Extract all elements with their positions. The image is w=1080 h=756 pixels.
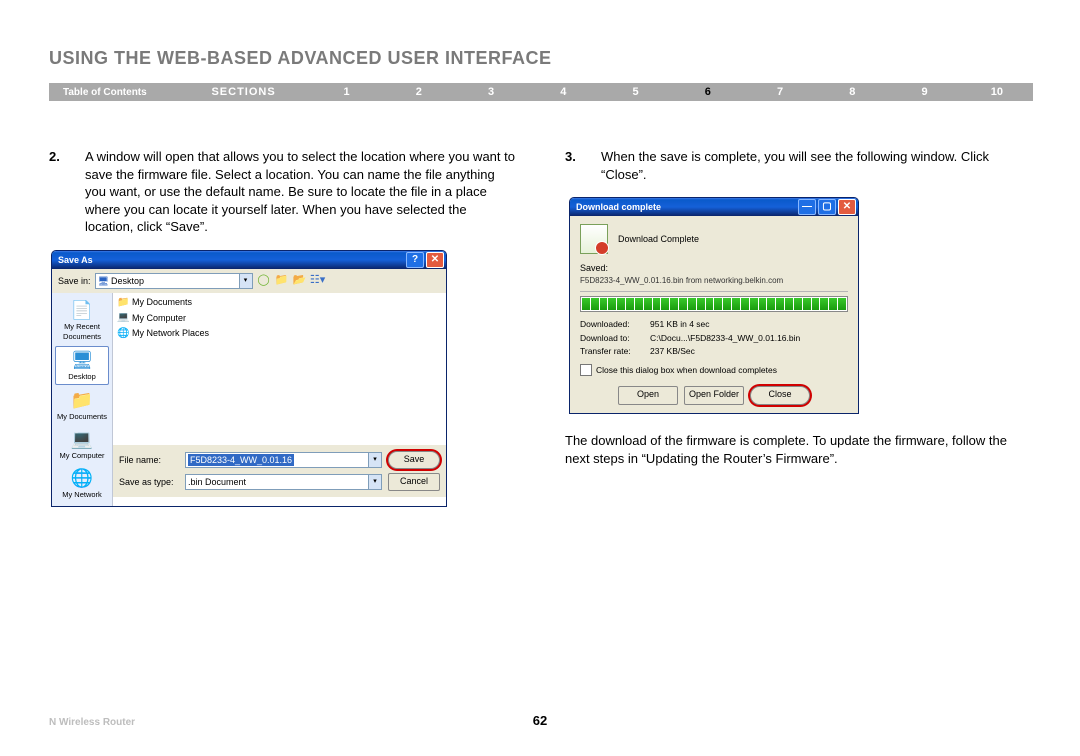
step-2-num: 2. <box>49 148 85 236</box>
views-icon[interactable]: ☷▾ <box>311 274 325 288</box>
close-on-complete-checkbox[interactable] <box>580 364 592 376</box>
download-file-icon <box>580 224 608 254</box>
download-complete-dialog: Download complete — ▢ ✕ Download Complet… <box>569 197 859 414</box>
downloaded-label: Downloaded: <box>580 319 650 330</box>
folder-icon: 📁 <box>117 296 129 310</box>
rate-label: Transfer rate: <box>580 346 650 357</box>
progress-bar <box>580 296 848 312</box>
documents-icon: 📁 <box>71 389 93 411</box>
file-list[interactable]: 📁My Documents 💻My Computer 🌐My Network P… <box>113 293 446 445</box>
maximize-icon[interactable]: ▢ <box>818 199 836 215</box>
desktop-icon: 🖥 <box>71 349 93 371</box>
chevron-down-icon[interactable]: ▾ <box>368 475 381 489</box>
help-icon[interactable]: ? <box>406 252 424 268</box>
back-icon[interactable]: ◯ <box>257 274 271 288</box>
section-1[interactable]: 1 <box>310 86 382 98</box>
chevron-down-icon[interactable]: ▾ <box>239 274 252 288</box>
downloadto-label: Download to: <box>580 333 650 344</box>
save-in-value: Desktop <box>111 275 144 287</box>
section-nav-bar: Table of Contents SECTIONS 1 2 3 4 5 6 7… <box>49 83 1033 101</box>
sidebar-item-computer[interactable]: 💻My Computer <box>56 426 108 463</box>
network-icon: 🌐 <box>117 327 129 341</box>
sections-label: SECTIONS <box>211 86 310 98</box>
page-number: 62 <box>533 713 547 728</box>
section-3[interactable]: 3 <box>455 86 527 98</box>
save-as-titlebar: Save As ? ✕ <box>52 251 446 269</box>
new-folder-icon[interactable]: 📂 <box>293 274 307 288</box>
dl-title: Download complete <box>576 201 661 213</box>
section-5[interactable]: 5 <box>599 86 671 98</box>
list-item[interactable]: 🌐My Network Places <box>117 326 442 342</box>
save-in-label: Save in: <box>58 275 91 287</box>
file-name: My Computer <box>132 312 186 324</box>
step-2-text: A window will open that allows you to se… <box>85 148 515 236</box>
places-sidebar: 📄My Recent Documents 🖥Desktop 📁My Docume… <box>52 293 113 507</box>
sidebar-item-recent[interactable]: 📄My Recent Documents <box>56 297 108 344</box>
sidebar-item-label: My Recent Documents <box>63 322 101 341</box>
page-title: USING THE WEB-BASED ADVANCED USER INTERF… <box>49 48 552 69</box>
sidebar-item-desktop[interactable]: 🖥Desktop <box>55 346 109 385</box>
close-icon[interactable]: ✕ <box>838 199 856 215</box>
close-icon[interactable]: ✕ <box>426 252 444 268</box>
section-7[interactable]: 7 <box>744 86 816 98</box>
section-8[interactable]: 8 <box>816 86 888 98</box>
rate-value: 237 KB/Sec <box>650 346 695 357</box>
sidebar-item-label: Desktop <box>68 372 96 381</box>
list-item[interactable]: 💻My Computer <box>117 310 442 326</box>
open-button[interactable]: Open <box>618 386 678 405</box>
computer-icon: 💻 <box>71 428 93 450</box>
sidebar-item-network[interactable]: 🌐My Network <box>56 465 108 502</box>
cancel-button[interactable]: Cancel <box>388 473 440 491</box>
sidebar-item-label: My Documents <box>57 412 107 421</box>
section-2[interactable]: 2 <box>383 86 455 98</box>
downloadto-value: C:\Docu...\F5D8233-4_WW_0.01.16.bin <box>650 333 800 344</box>
dl-titlebar: Download complete — ▢ ✕ <box>570 198 858 216</box>
sidebar-item-documents[interactable]: 📁My Documents <box>56 387 108 424</box>
close-button[interactable]: Close <box>750 386 810 405</box>
section-9[interactable]: 9 <box>888 86 960 98</box>
step-3-num: 3. <box>565 148 601 183</box>
toc-link[interactable]: Table of Contents <box>49 87 211 98</box>
minimize-icon[interactable]: — <box>798 199 816 215</box>
filename-input[interactable]: F5D8233-4_WW_0.01.16 ▾ <box>185 452 382 468</box>
save-as-toolbar: Save in: 🖥 Desktop ▾ ◯ 📁 📂 ☷▾ <box>52 269 446 293</box>
save-as-title: Save As <box>58 254 93 266</box>
savetype-value: .bin Document <box>188 476 246 488</box>
close-on-complete-label: Close this dialog box when download comp… <box>596 365 777 376</box>
left-column: 2. A window will open that allows you to… <box>49 148 515 507</box>
recent-icon: 📄 <box>71 299 93 321</box>
open-folder-button[interactable]: Open Folder <box>684 386 744 405</box>
file-name: My Network Places <box>132 327 209 339</box>
saved-path: F5D8233-4_WW_0.01.16.bin from networking… <box>580 276 848 292</box>
savetype-combo[interactable]: .bin Document ▾ <box>185 474 382 490</box>
filename-label: File name: <box>119 454 179 466</box>
after-download-text: The download of the firmware is complete… <box>565 432 1031 467</box>
section-10[interactable]: 10 <box>961 86 1033 98</box>
save-in-combo[interactable]: 🖥 Desktop ▾ <box>95 273 253 289</box>
saved-label: Saved: <box>580 262 848 274</box>
computer-icon: 💻 <box>117 311 129 325</box>
section-6[interactable]: 6 <box>672 86 744 98</box>
save-button[interactable]: Save <box>388 451 440 469</box>
list-item[interactable]: 📁My Documents <box>117 295 442 311</box>
sidebar-item-label: My Computer <box>59 451 104 460</box>
file-name: My Documents <box>132 296 192 308</box>
chevron-down-icon[interactable]: ▾ <box>368 453 381 467</box>
filename-value: F5D8233-4_WW_0.01.16 <box>188 454 294 466</box>
network-icon: 🌐 <box>71 467 93 489</box>
section-4[interactable]: 4 <box>527 86 599 98</box>
downloaded-value: 951 KB in 4 sec <box>650 319 710 330</box>
up-folder-icon[interactable]: 📁 <box>275 274 289 288</box>
step-3-text: When the save is complete, you will see … <box>601 148 1031 183</box>
sidebar-item-label: My Network <box>62 490 102 499</box>
download-complete-text: Download Complete <box>618 233 699 245</box>
savetype-label: Save as type: <box>119 476 179 488</box>
save-as-dialog: Save As ? ✕ Save in: 🖥 Desktop ▾ ◯ 📁 📂 ☷… <box>51 250 447 508</box>
right-column: 3. When the save is complete, you will s… <box>565 148 1031 507</box>
